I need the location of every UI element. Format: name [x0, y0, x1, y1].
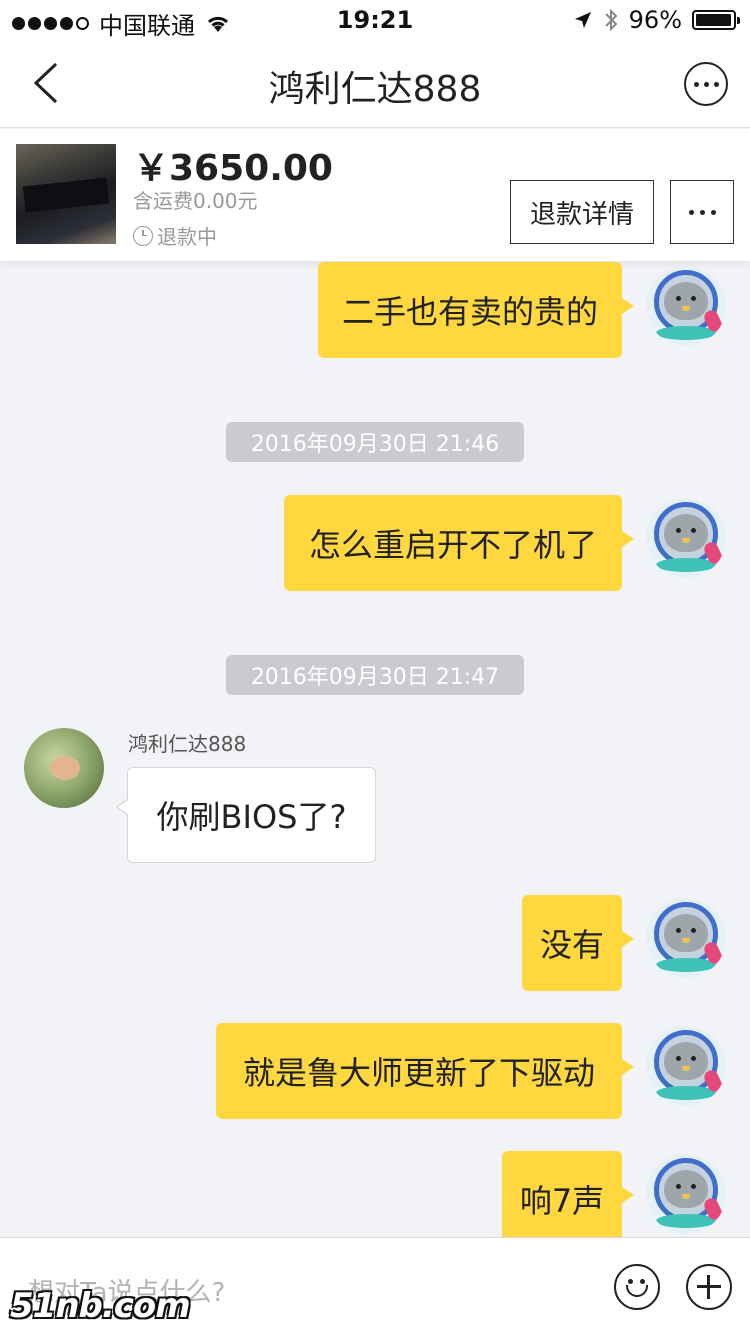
product-thumbnail[interactable] — [16, 144, 116, 244]
message-text: 就是鲁大师更新了下驱动 — [242, 1054, 595, 1092]
order-status: 退款中 — [133, 221, 217, 250]
status-bar: 中国联通 19:21 96% — [0, 0, 750, 40]
conversation-title: 鸿利仁达888 — [268, 69, 482, 110]
timestamp: 2016年09月30日 21:46 — [226, 422, 524, 462]
order-price: ￥3650.00 — [133, 148, 333, 189]
chat-area[interactable]: 二手也有卖的贵的 2016年09月30日 21:46 怎么重启开不了机了 201… — [0, 262, 750, 1237]
smiley-icon[interactable] — [614, 1264, 660, 1310]
message-bubble-theirs[interactable]: 你刷BIOS了? — [116, 767, 376, 863]
ellipsis-icon[interactable] — [670, 180, 734, 244]
order-card: ￥3650.00 含运费0.00元 退款中 退款详情 — [0, 129, 750, 261]
clock-icon — [133, 225, 153, 246]
my-avatar[interactable] — [646, 498, 726, 578]
refund-details-button[interactable]: 退款详情 — [510, 180, 654, 244]
plus-circle-icon[interactable] — [686, 1264, 732, 1310]
nav-bar: 鸿利仁达888 — [0, 40, 750, 128]
battery-percent: 96% — [628, 6, 682, 34]
message-text: 你刷BIOS了? — [156, 798, 347, 836]
message-bubble-mine[interactable]: 二手也有卖的贵的 — [318, 262, 634, 358]
location-arrow-icon — [574, 12, 591, 28]
battery-icon — [692, 10, 740, 30]
contact-avatar[interactable] — [24, 728, 104, 808]
shipping-fee: 含运费0.00元 — [133, 189, 258, 213]
site-watermark: 51nb.com — [10, 1286, 191, 1326]
message-text: 没有 — [539, 926, 604, 964]
my-avatar[interactable] — [646, 1154, 726, 1234]
bluetooth-icon — [604, 8, 618, 32]
order-status-label: 退款中 — [157, 225, 217, 249]
my-avatar[interactable] — [646, 266, 726, 346]
sender-name: 鸿利仁达888 — [128, 732, 247, 756]
message-text: 怎么重启开不了机了 — [308, 526, 597, 564]
timestamp: 2016年09月30日 21:47 — [226, 655, 524, 695]
status-right: 96% — [573, 6, 740, 34]
my-avatar[interactable] — [646, 1026, 726, 1106]
message-bubble-mine[interactable]: 响7声 — [502, 1151, 634, 1237]
message-bubble-mine[interactable]: 没有 — [522, 895, 634, 991]
message-text: 二手也有卖的贵的 — [341, 293, 598, 331]
more-circle-icon[interactable] — [684, 62, 728, 106]
message-text: 响7声 — [519, 1182, 605, 1220]
my-avatar[interactable] — [646, 898, 726, 978]
message-bubble-mine[interactable]: 怎么重启开不了机了 — [284, 495, 634, 591]
message-bubble-mine[interactable]: 就是鲁大师更新了下驱动 — [216, 1023, 634, 1119]
